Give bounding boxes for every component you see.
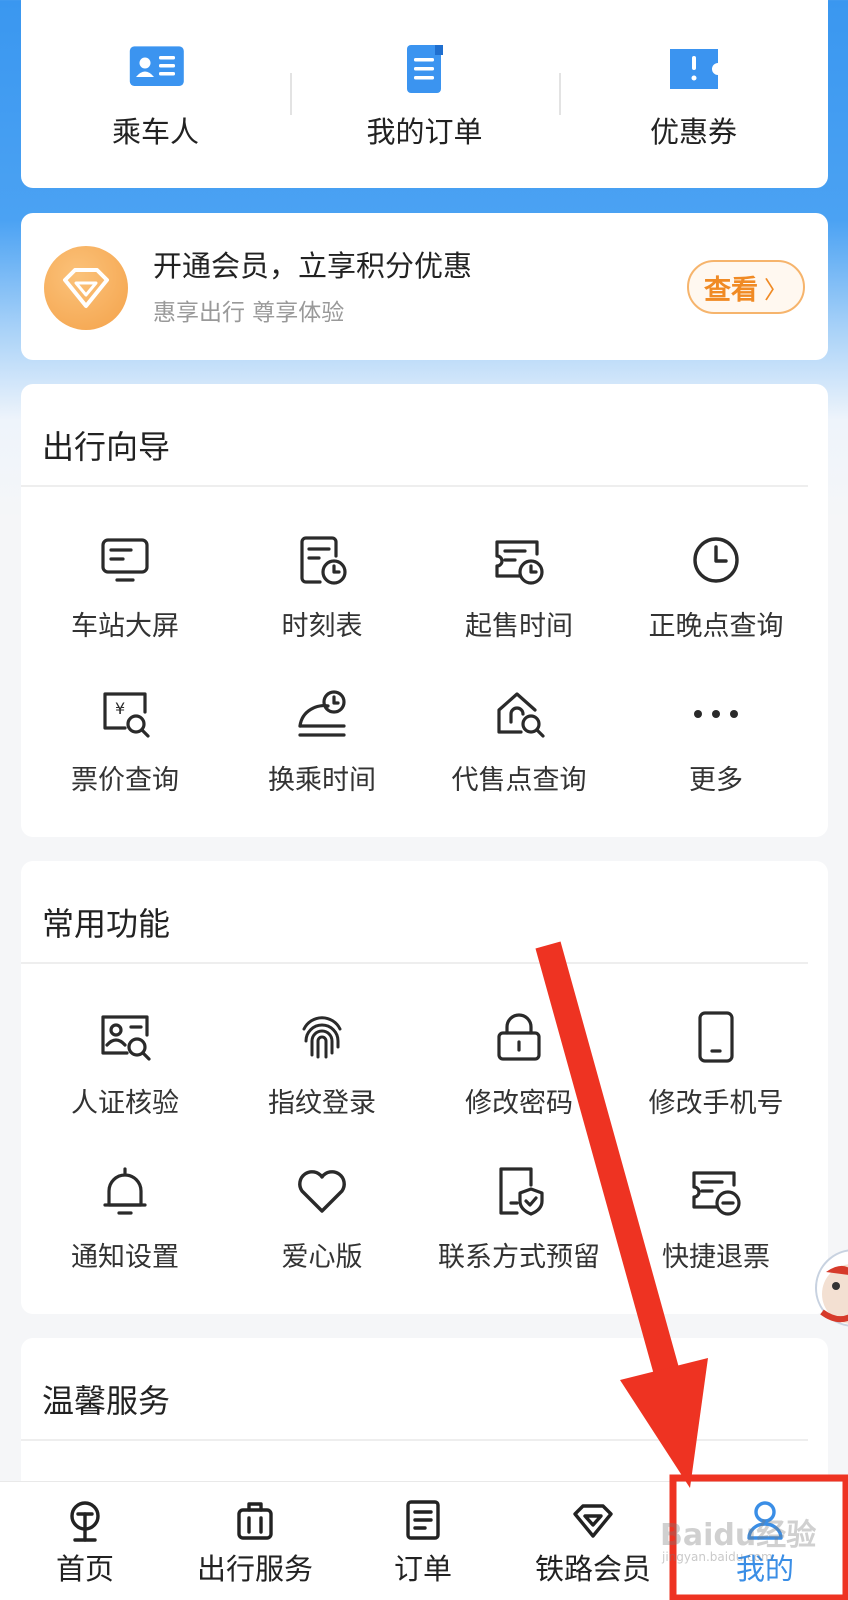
id-verify-icon bbox=[101, 1015, 151, 1061]
nav-railway-member[interactable]: 铁路会员 bbox=[526, 1482, 660, 1600]
item-label: 修改手机号 bbox=[648, 1088, 784, 1119]
my-orders-shortcut[interactable]: 我的订单 bbox=[290, 0, 559, 188]
change-phone-item[interactable]: 修改手机号 bbox=[618, 1009, 814, 1120]
on-time-query-item[interactable]: 正晚点查询 bbox=[618, 532, 814, 643]
transfer-time-icon bbox=[298, 690, 346, 737]
item-label: 代售点查询 bbox=[451, 765, 587, 796]
lock-icon bbox=[497, 1013, 541, 1061]
notification-settings-item[interactable]: 通知设置 bbox=[27, 1163, 223, 1274]
contact-reserve-item[interactable]: 联系方式预留 bbox=[421, 1163, 617, 1274]
coupons-shortcut[interactable]: 优惠券 bbox=[559, 0, 828, 188]
nav-label: 订单 bbox=[393, 1552, 452, 1586]
nav-orders[interactable]: 订单 bbox=[368, 1482, 478, 1600]
svg-text:¥: ¥ bbox=[115, 699, 125, 718]
order-icon bbox=[406, 1500, 440, 1540]
change-password-item[interactable]: 修改密码 bbox=[421, 1009, 617, 1120]
section-title: 常用功能 bbox=[42, 905, 171, 943]
item-label: 人证核验 bbox=[71, 1088, 179, 1119]
nav-label: 首页 bbox=[55, 1552, 114, 1586]
view-membership-button[interactable]: 查看 〉 bbox=[687, 260, 805, 314]
travel-guide-section: 出行向导 车站大屏 时刻表 起售时间 正晚点查询 ¥ 票价查询 换乘时间 代售点… bbox=[21, 384, 828, 837]
agency-search-icon bbox=[497, 692, 545, 738]
luggage-icon bbox=[237, 1502, 273, 1540]
coupons-label: 优惠券 bbox=[649, 115, 737, 149]
contact-shield-icon bbox=[499, 1167, 544, 1216]
warm-service-section: 温馨服务 bbox=[21, 1338, 828, 1498]
care-version-item[interactable]: 爱心版 bbox=[224, 1163, 420, 1274]
phone-icon bbox=[698, 1011, 734, 1063]
more-dots-icon bbox=[694, 710, 738, 718]
nav-label: 铁路会员 bbox=[534, 1552, 651, 1586]
quick-refund-item[interactable]: 快捷退票 bbox=[618, 1163, 814, 1274]
heart-icon bbox=[298, 1170, 346, 1213]
more-item[interactable]: 更多 bbox=[618, 686, 814, 797]
id-card-icon bbox=[129, 46, 184, 86]
nav-home[interactable]: 首页 bbox=[30, 1482, 140, 1600]
item-label: 换乘时间 bbox=[268, 765, 376, 796]
id-verify-item[interactable]: 人证核验 bbox=[27, 1009, 223, 1120]
timetable-item[interactable]: 时刻表 bbox=[224, 532, 420, 643]
clock-icon bbox=[693, 537, 739, 583]
top-shortcuts-card: 乘车人 我的订单 优惠券 bbox=[21, 0, 828, 188]
divider bbox=[21, 485, 808, 487]
item-label: 正晚点查询 bbox=[648, 611, 784, 642]
fingerprint-icon bbox=[302, 1016, 342, 1059]
item-label: 联系方式预留 bbox=[438, 1242, 600, 1273]
item-label: 票价查询 bbox=[71, 765, 179, 796]
section-title: 温馨服务 bbox=[42, 1382, 171, 1420]
bell-icon bbox=[103, 1167, 147, 1215]
item-label: 指纹登录 bbox=[268, 1088, 376, 1119]
item-label: 时刻表 bbox=[281, 611, 363, 642]
transfer-time-item[interactable]: 换乘时间 bbox=[224, 686, 420, 797]
fingerprint-login-item[interactable]: 指纹登录 bbox=[224, 1009, 420, 1120]
chevron-right-icon: 〉 bbox=[764, 275, 788, 304]
item-label: 快捷退票 bbox=[662, 1242, 770, 1273]
order-document-icon bbox=[406, 45, 443, 93]
sale-time-icon bbox=[495, 540, 544, 585]
item-label: 爱心版 bbox=[281, 1242, 363, 1273]
divider bbox=[21, 1439, 808, 1441]
fare-search-icon: ¥ bbox=[103, 692, 150, 738]
item-label: 更多 bbox=[689, 765, 743, 796]
station-screen-icon bbox=[101, 538, 149, 582]
my-orders-label: 我的订单 bbox=[366, 115, 483, 149]
station-screen-item[interactable]: 车站大屏 bbox=[27, 532, 223, 643]
membership-subtitle: 惠享出行 尊享体验 bbox=[153, 300, 345, 326]
agency-query-item[interactable]: 代售点查询 bbox=[421, 686, 617, 797]
item-label: 修改密码 bbox=[465, 1088, 573, 1119]
section-title: 出行向导 bbox=[42, 428, 171, 466]
membership-banner[interactable]: 开通会员，立享积分优惠 惠享出行 尊享体验 查看 〉 bbox=[21, 213, 828, 360]
passengers-shortcut[interactable]: 乘车人 bbox=[21, 0, 290, 188]
common-functions-section: 常用功能 人证核验 指纹登录 修改密码 修改手机号 通知设置 爱心版 联系方式预… bbox=[21, 861, 828, 1314]
watermark-sub: jingyan.baidu.com bbox=[662, 1550, 773, 1564]
diamond-gem-icon bbox=[44, 246, 128, 330]
view-button-label: 查看 bbox=[704, 274, 758, 306]
mascot-float-icon[interactable] bbox=[808, 1238, 848, 1336]
nav-label: 出行服务 bbox=[196, 1552, 313, 1586]
timetable-icon bbox=[300, 536, 347, 585]
nav-travel-services[interactable]: 出行服务 bbox=[188, 1482, 322, 1600]
fare-query-item[interactable]: ¥ 票价查询 bbox=[27, 686, 223, 797]
item-label: 起售时间 bbox=[465, 611, 573, 642]
item-label: 通知设置 bbox=[71, 1242, 179, 1273]
sale-time-item[interactable]: 起售时间 bbox=[421, 532, 617, 643]
divider bbox=[21, 962, 808, 964]
railway-logo-icon bbox=[70, 1501, 100, 1542]
passengers-label: 乘车人 bbox=[111, 115, 199, 149]
refund-ticket-icon bbox=[692, 1171, 741, 1216]
membership-title: 开通会员，立享积分优惠 bbox=[153, 249, 473, 283]
diamond-icon bbox=[573, 1504, 613, 1538]
watermark: Baidu经验 bbox=[660, 1518, 817, 1553]
item-label: 车站大屏 bbox=[71, 611, 179, 642]
coupon-ticket-icon bbox=[669, 49, 718, 89]
